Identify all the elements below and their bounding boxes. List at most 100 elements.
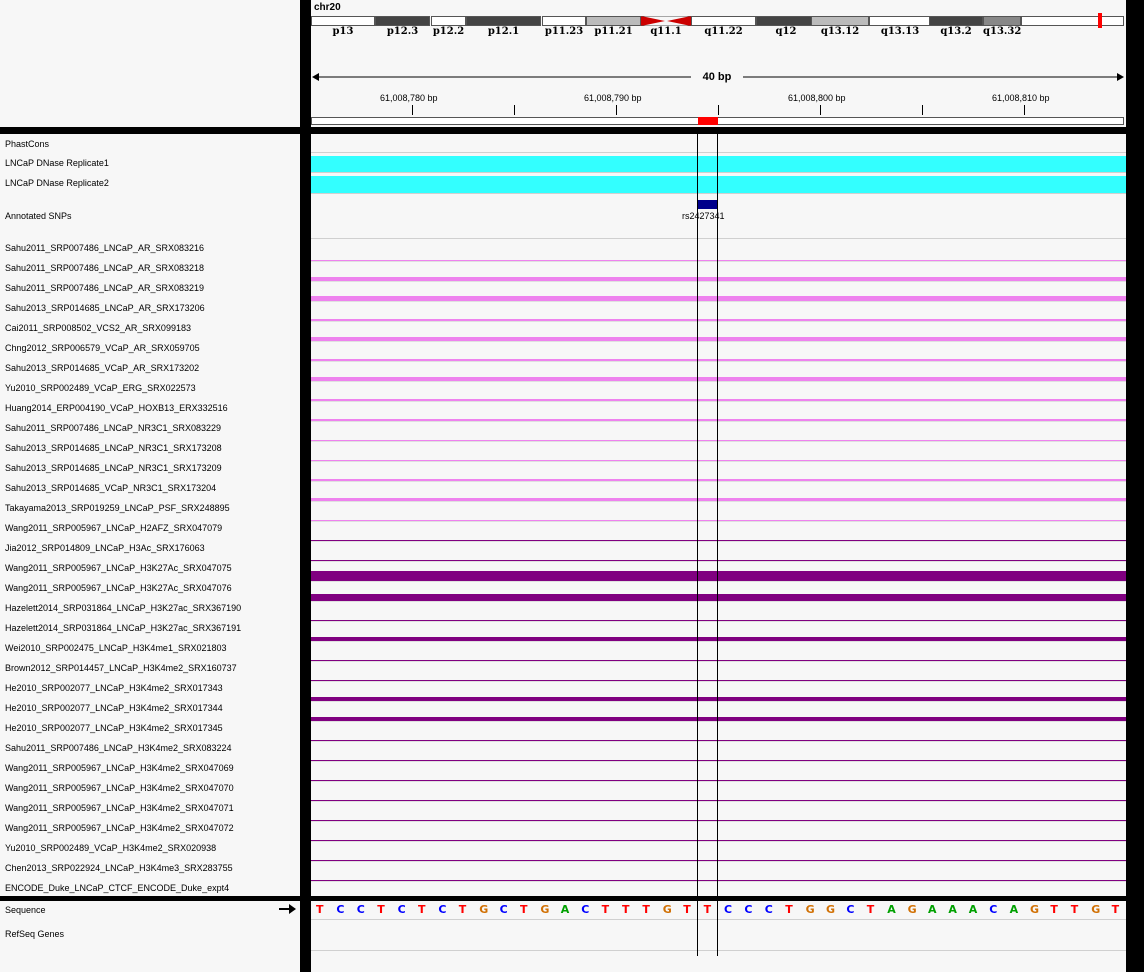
sequence-base: A (887, 903, 896, 916)
track-separator (311, 701, 1126, 702)
chromosome-band[interactable] (586, 16, 641, 26)
sequence-base: C (764, 903, 773, 916)
chip-track-label[interactable]: Sahu2011_SRP007486_LNCaP_AR_SRX083216 (5, 243, 204, 253)
track-separator (311, 681, 1126, 682)
band-label: q13.32 (983, 26, 1022, 37)
chromosome-band[interactable] (756, 16, 816, 26)
track-label-dnase1[interactable]: LNCaP DNase Replicate1 (5, 158, 109, 168)
chip-track-label[interactable]: Sahu2011_SRP007486_LNCaP_NR3C1_SRX083229 (5, 423, 221, 433)
chromosome-band[interactable] (375, 16, 430, 26)
track-separator (311, 441, 1126, 442)
track-separator (311, 861, 1126, 862)
chip-track-label[interactable]: ENCODE_Duke_LNCaP_CTCF_ENCODE_Duke_expt4 (5, 883, 229, 893)
chip-track-label[interactable]: Brown2012_SRP014457_LNCaP_H3K4me2_SRX160… (5, 663, 237, 673)
band-label: q13.13 (880, 26, 920, 37)
header-ruler-panel[interactable]: chr20 p13 p12.3 p12.2 p12.1 p11.23 p11.21 q11.… (311, 0, 1126, 127)
chip-track-label[interactable]: He2010_SRP002077_LNCaP_H3K4me2_SRX017344 (5, 703, 223, 713)
chip-track-label[interactable]: Wang2011_SRP005967_LNCaP_H3K4me2_SRX0470… (5, 803, 234, 813)
track-label-snps[interactable]: Annotated SNPs (5, 211, 72, 221)
chip-track-label[interactable]: Wang2011_SRP005967_LNCaP_H2AFZ_SRX047079 (5, 523, 222, 533)
chip-signal (311, 377, 1126, 381)
chip-track-label[interactable]: Wang2011_SRP005967_LNCaP_H3K4me2_SRX0470… (5, 783, 234, 793)
chip-track-label[interactable]: Sahu2011_SRP007486_LNCaP_AR_SRX083218 (5, 263, 204, 273)
track-label-dnase2[interactable]: LNCaP DNase Replicate2 (5, 178, 109, 188)
sequence-base: G (1030, 903, 1040, 916)
chromosome-band[interactable] (542, 16, 586, 26)
track-separator (311, 881, 1126, 882)
chromosome-band[interactable] (466, 16, 541, 26)
chip-track-label[interactable]: Wang2011_SRP005967_LNCaP_H3K4me2_SRX0470… (5, 823, 234, 833)
sequence-base: A (928, 903, 937, 916)
chip-track-label[interactable]: Yu2010_SRP002489_VCaP_H3K4me2_SRX020938 (5, 843, 216, 853)
chip-track-label[interactable]: Chng2012_SRP006579_VCaP_AR_SRX059705 (5, 343, 200, 353)
track-separator (311, 561, 1126, 562)
chip-signal (311, 479, 1126, 481)
chromosome-band[interactable] (983, 16, 1021, 26)
chip-track-label[interactable]: Wei2010_SRP002475_LNCaP_H3K4me1_SRX02180… (5, 643, 227, 653)
chip-track-label[interactable]: Sahu2011_SRP007486_LNCaP_H3K4me2_SRX0832… (5, 743, 232, 753)
chip-signal (311, 277, 1126, 281)
chip-track-label[interactable]: Hazelett2014_SRP031864_LNCaP_H3K27ac_SRX… (5, 603, 241, 613)
track-label-refseq[interactable]: RefSeq Genes (5, 929, 64, 939)
track-label-sequence[interactable]: Sequence (5, 905, 46, 915)
chip-track-label[interactable]: Sahu2013_SRP014685_LNCaP_NR3C1_SRX173209 (5, 463, 222, 473)
chromosome-band[interactable] (311, 16, 375, 26)
chip-track-label[interactable]: Sahu2013_SRP014685_LNCaP_NR3C1_SRX173208 (5, 443, 222, 453)
chip-track-label[interactable]: Yu2010_SRP002489_VCaP_ERG_SRX022573 (5, 383, 196, 393)
sequence-base: T (866, 903, 875, 916)
chip-signal (311, 594, 1126, 601)
sequence-base: T (1111, 903, 1120, 916)
chromosome-band[interactable] (691, 16, 756, 26)
chip-track-label[interactable]: Wang2011_SRP005967_LNCaP_H3K4me2_SRX0470… (5, 763, 234, 773)
chip-track-label[interactable]: Jia2012_SRP014809_LNCaP_H3Ac_SRX176063 (5, 543, 205, 553)
track-separator (311, 341, 1126, 342)
roi-right-line (717, 134, 718, 896)
chromosome-band[interactable] (869, 16, 931, 26)
feature-name-panel[interactable]: Sequence RefSeq Genes (0, 901, 300, 972)
sequence-base: C (438, 903, 447, 916)
track-data-panel[interactable]: rs2427341 (311, 134, 1126, 896)
sequence-base: C (336, 903, 345, 916)
track-separator (311, 281, 1126, 282)
ruler-tick (922, 105, 923, 115)
chip-signal (311, 697, 1126, 701)
roi-marker[interactable] (698, 117, 718, 125)
chromosome-band[interactable] (929, 16, 983, 26)
ruler-tick-label: 61,008,790 bp (584, 93, 642, 103)
band-label: p12.2 (432, 26, 465, 37)
chip-track-label[interactable]: Hazelett2014_SRP031864_LNCaP_H3K27ac_SRX… (5, 623, 241, 633)
feature-data-panel[interactable] (311, 901, 1126, 972)
chip-track-label[interactable]: Takayama2013_SRP019259_LNCaP_PSF_SRX2488… (5, 503, 230, 513)
centromere (641, 16, 691, 26)
chip-track-label[interactable]: Chen2013_SRP022924_LNCaP_H3K4me3_SRX2837… (5, 863, 233, 873)
track-label-phastcons[interactable]: PhastCons (5, 139, 49, 149)
chip-track-label[interactable]: Sahu2013_SRP014685_VCaP_NR3C1_SRX173204 (5, 483, 216, 493)
chip-signal (311, 319, 1126, 321)
track-name-panel[interactable]: PhastCons LNCaP DNase Replicate1 LNCaP D… (0, 134, 300, 896)
track-separator (311, 193, 1126, 194)
track-separator (311, 541, 1126, 542)
chip-track-label[interactable]: Huang2014_ERP004190_VCaP_HOXB13_ERX33251… (5, 403, 228, 413)
chromosome-band[interactable] (811, 16, 869, 26)
chip-track-label[interactable]: Wang2011_SRP005967_LNCaP_H3K27Ac_SRX0470… (5, 583, 232, 593)
track-separator (311, 741, 1126, 742)
chip-track-label[interactable]: Sahu2013_SRP014685_VCaP_AR_SRX173202 (5, 363, 199, 373)
chip-track-label[interactable]: Sahu2013_SRP014685_LNCaP_AR_SRX173206 (5, 303, 205, 313)
chip-track-label[interactable]: He2010_SRP002077_LNCaP_H3K4me2_SRX017343 (5, 683, 223, 693)
chip-track-label[interactable]: He2010_SRP002077_LNCaP_H3K4me2_SRX017345 (5, 723, 223, 733)
chromosome-label: chr20 (314, 2, 341, 13)
chip-signal-plot (311, 152, 1126, 882)
chip-track-label[interactable]: Cai2011_SRP008502_VCS2_AR_SRX099183 (5, 323, 191, 333)
strand-arrow-icon[interactable] (279, 904, 297, 914)
sequence-base: C (356, 903, 365, 916)
chip-track-label[interactable]: Sahu2011_SRP007486_LNCaP_AR_SRX083219 (5, 283, 204, 293)
ruler-tick-label: 61,008,800 bp (788, 93, 846, 103)
chip-signal (311, 560, 1126, 561)
ruler-tick (616, 105, 617, 115)
chip-track-label[interactable]: Wang2011_SRP005967_LNCaP_H3K27Ac_SRX0470… (5, 563, 232, 573)
chromosome-band[interactable] (1021, 16, 1124, 26)
track-separator (311, 361, 1126, 362)
chromosome-band[interactable] (431, 16, 466, 26)
sequence-base: T (377, 903, 385, 916)
sequence-base: C (581, 903, 590, 916)
